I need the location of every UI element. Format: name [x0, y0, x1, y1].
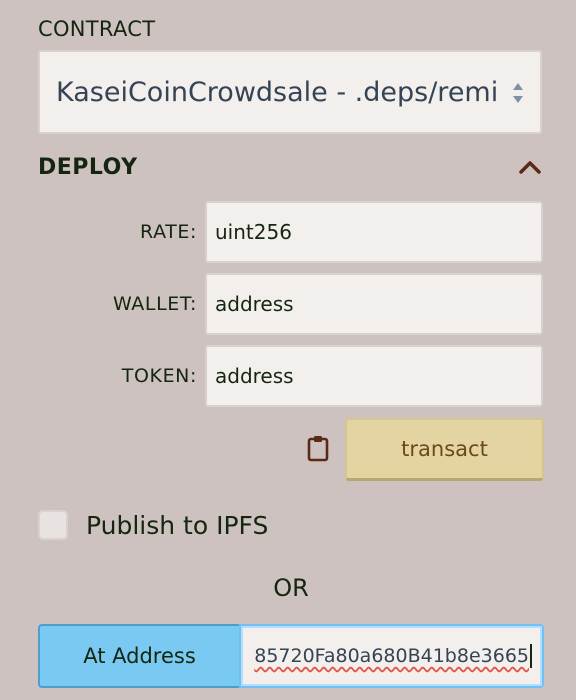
rate-label: RATE: — [140, 221, 197, 243]
contract-select-value: KaseiCoinCrowdsale - .deps/remix-tests/K… — [56, 76, 496, 108]
wallet-input-placeholder: address — [215, 292, 294, 316]
publish-ipfs-label[interactable]: Publish to IPFS — [86, 511, 268, 540]
contract-label: CONTRACT — [38, 17, 156, 41]
text-caret — [530, 644, 532, 668]
clipboard-icon[interactable] — [306, 434, 330, 462]
at-address-input[interactable]: 85720Fa80a680B41b8e3665 — [239, 624, 544, 688]
at-address-button[interactable]: At Address — [38, 624, 239, 688]
wallet-label: WALLET: — [112, 293, 197, 315]
or-divider-label: OR — [273, 574, 309, 602]
token-input-placeholder: address — [215, 364, 294, 388]
rate-input-placeholder: uint256 — [215, 220, 292, 244]
wallet-input[interactable]: address — [205, 273, 543, 335]
rate-input[interactable]: uint256 — [205, 201, 543, 263]
contract-select[interactable]: KaseiCoinCrowdsale - .deps/remix-tests/K… — [38, 50, 542, 134]
token-input[interactable]: address — [205, 345, 543, 407]
token-label: TOKEN: — [121, 365, 197, 387]
publish-ipfs-checkbox[interactable] — [38, 510, 68, 540]
chevron-up-icon[interactable] — [518, 158, 542, 176]
at-address-input-value: 85720Fa80a680B41b8e3665 — [254, 645, 529, 667]
deploy-header: DEPLOY — [38, 155, 138, 180]
transact-button[interactable]: transact — [345, 418, 544, 481]
select-arrows-icon — [513, 83, 523, 103]
